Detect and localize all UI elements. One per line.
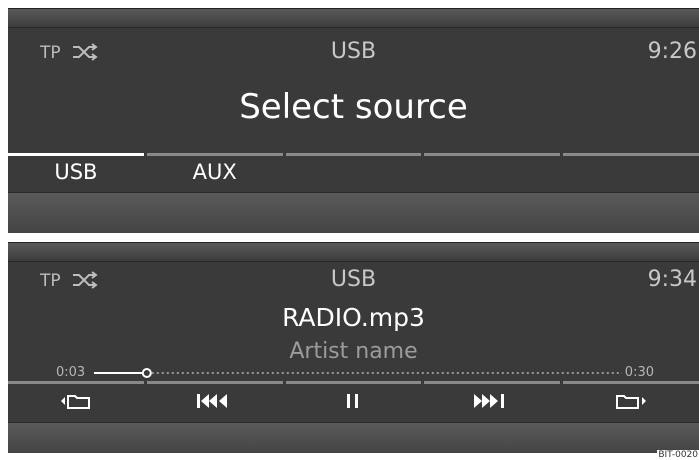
progress-handle xyxy=(141,368,152,378)
playback-screen: TP USB 9:34 RADIO.mp3 Artist name 0:03 0… xyxy=(8,242,699,453)
tab-empty-4[interactable] xyxy=(424,153,561,189)
track-title: RADIO.mp3 xyxy=(282,303,425,332)
current-source-label: USB xyxy=(330,267,377,292)
source-selection-screen: TP USB 9:26 Select source USB AUX xyxy=(8,8,699,233)
bottom-bezel xyxy=(8,192,699,233)
clock: 9:26 xyxy=(647,39,697,64)
source-tabs: USB AUX xyxy=(8,153,699,189)
pause-icon xyxy=(347,393,359,408)
folder-forward-button[interactable] xyxy=(563,381,699,417)
artist-name: Artist name xyxy=(289,339,418,364)
total-time: 0:30 xyxy=(624,365,654,380)
page-title: Select source xyxy=(239,87,468,127)
pause-button[interactable] xyxy=(285,381,422,417)
tab-aux[interactable]: AUX xyxy=(146,153,283,189)
tab-empty-3[interactable] xyxy=(285,153,422,189)
clock: 9:34 xyxy=(647,267,697,292)
playback-controls xyxy=(8,381,699,417)
folder-back-icon xyxy=(60,394,90,409)
top-bezel xyxy=(8,9,699,28)
figure-code: BIT-0020 xyxy=(657,450,699,460)
progress-bar[interactable] xyxy=(94,367,622,379)
previous-track-button[interactable] xyxy=(146,381,283,417)
tab-usb[interactable]: USB xyxy=(8,153,144,189)
elapsed-time: 0:03 xyxy=(56,365,86,380)
top-bezel xyxy=(8,243,699,262)
next-track-icon xyxy=(474,393,505,408)
status-bar: TP USB 9:26 xyxy=(8,39,699,69)
folder-back-button[interactable] xyxy=(8,381,144,417)
folder-forward-icon xyxy=(616,394,647,409)
status-bar: TP USB 9:34 xyxy=(8,267,699,297)
previous-track-icon xyxy=(196,393,227,408)
next-track-button[interactable] xyxy=(424,381,561,417)
tab-empty-5[interactable] xyxy=(563,153,699,189)
bottom-bezel xyxy=(8,422,699,453)
current-source-label: USB xyxy=(330,39,377,64)
